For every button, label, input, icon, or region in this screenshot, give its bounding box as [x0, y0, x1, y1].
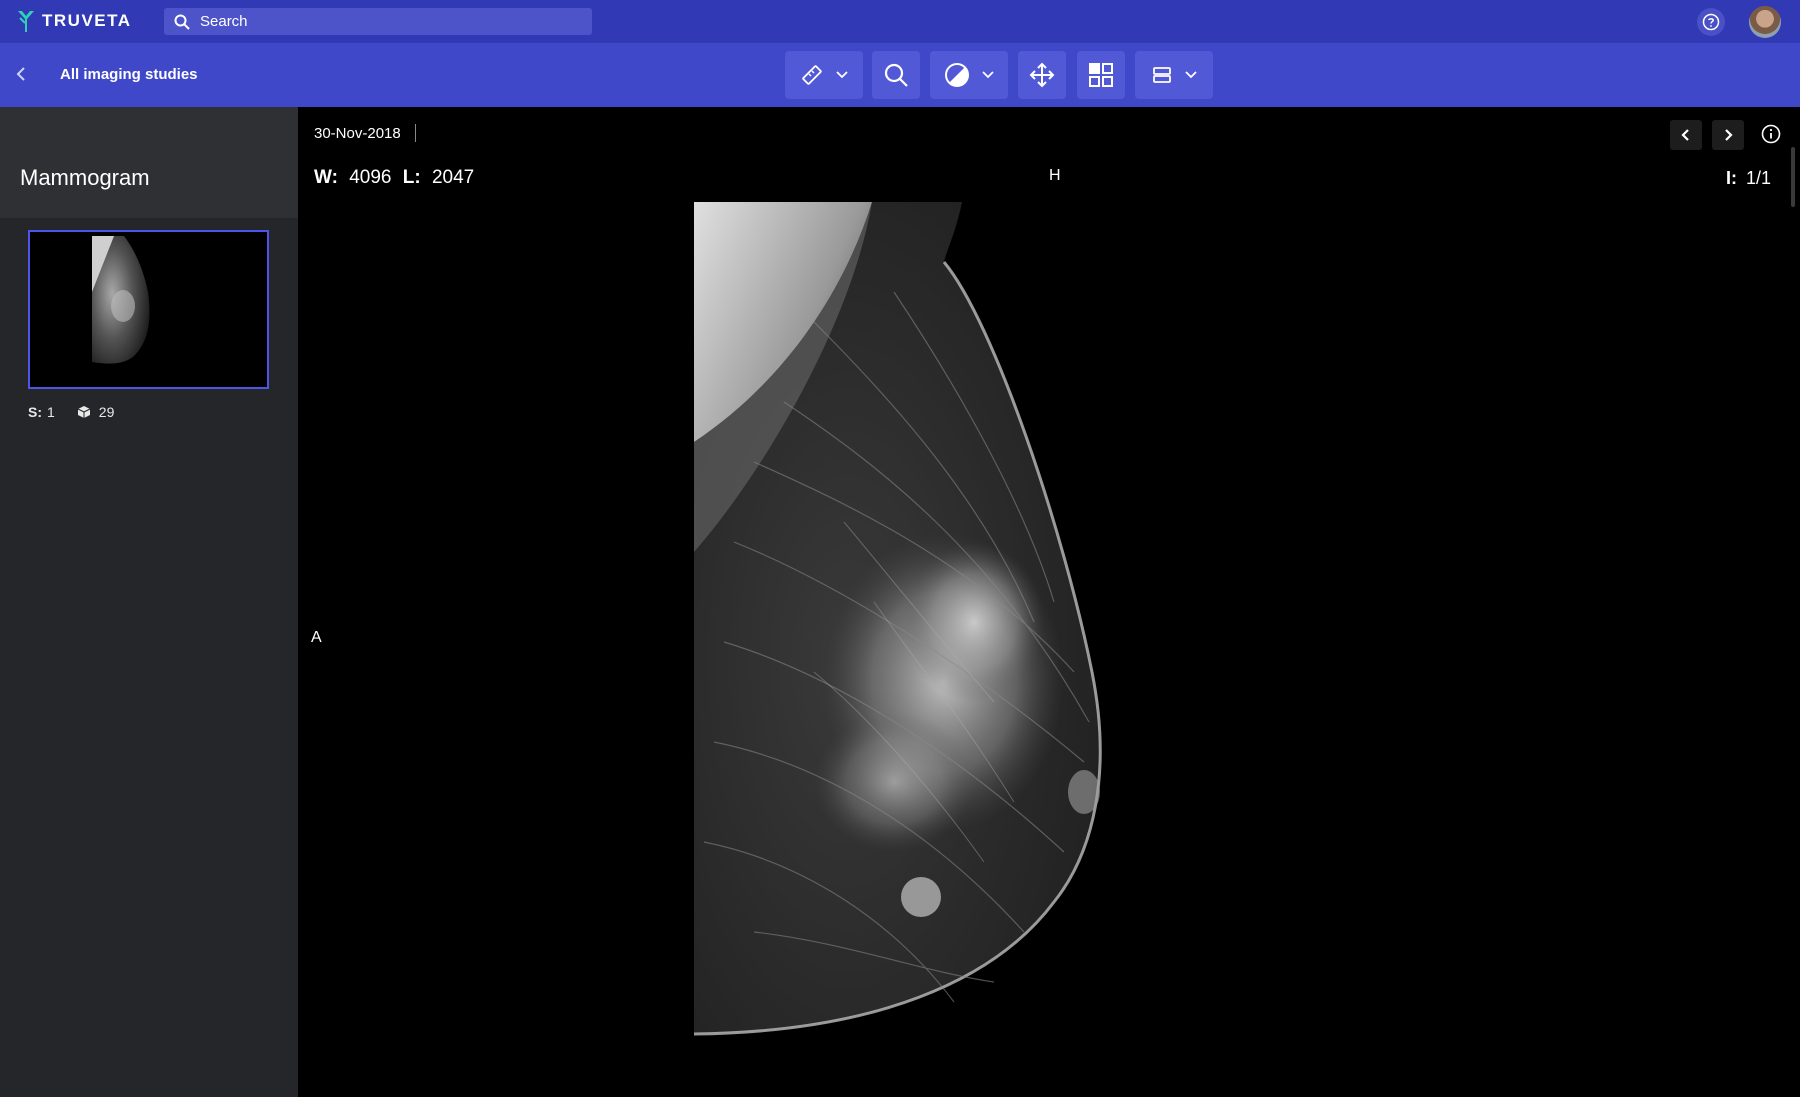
- contrast-tool-button[interactable]: [930, 51, 1008, 99]
- thumbnail-image: [92, 236, 150, 364]
- series-number: 1: [47, 404, 55, 420]
- zoom-tool-button[interactable]: [872, 51, 920, 99]
- chevron-left-icon: [1681, 129, 1689, 141]
- series-tool-button[interactable]: [1135, 51, 1213, 99]
- series-thumbnail[interactable]: [28, 230, 269, 389]
- search-icon: [174, 14, 190, 30]
- truveta-logo-icon: [18, 11, 34, 32]
- previous-image-button[interactable]: [1670, 120, 1702, 150]
- window-level-readout: W: 4096 L: 2047: [314, 167, 474, 189]
- level-label: L:: [402, 167, 421, 188]
- chevron-left-icon[interactable]: [14, 65, 28, 83]
- orientation-marker-top: H: [1049, 167, 1061, 184]
- pan-tool-button[interactable]: [1018, 51, 1066, 99]
- image-value: 1/1: [1746, 168, 1772, 188]
- window-label: W:: [314, 167, 338, 188]
- search-icon: [884, 63, 908, 87]
- sidebar-header: Mammogram: [0, 107, 298, 218]
- series-meta: S: 1 29: [28, 404, 114, 420]
- window-value: 4096: [349, 167, 392, 188]
- top-bar: TRUVETA: [0, 0, 1800, 43]
- layout-tool-button[interactable]: [1077, 51, 1125, 99]
- search-bar[interactable]: [164, 8, 592, 35]
- chevron-down-icon[interactable]: [1185, 71, 1197, 79]
- divider: [415, 124, 416, 142]
- chevron-down-icon[interactable]: [982, 71, 994, 79]
- help-button[interactable]: [1697, 8, 1725, 36]
- grid-icon: [1089, 63, 1113, 87]
- layers-icon: [1153, 67, 1171, 83]
- mammogram-image: [694, 202, 1102, 1036]
- study-toolbar: All imaging studies: [0, 43, 1800, 107]
- orientation-marker-left: A: [311, 629, 322, 646]
- move-icon: [1029, 62, 1055, 88]
- image-label: I:: [1726, 168, 1737, 188]
- brand-name: TRUVETA: [42, 11, 132, 30]
- next-image-button[interactable]: [1712, 120, 1744, 150]
- search-input[interactable]: [200, 13, 580, 30]
- measure-tool-button[interactable]: [785, 51, 863, 99]
- level-value: 2047: [431, 167, 475, 188]
- chevron-down-icon[interactable]: [836, 71, 848, 79]
- study-title: Mammogram: [20, 165, 150, 190]
- chevron-right-icon: [1725, 129, 1733, 141]
- user-avatar[interactable]: [1749, 6, 1781, 38]
- back-to-studies-link[interactable]: All imaging studies: [60, 66, 198, 83]
- instance-count: 29: [98, 404, 115, 420]
- series-sidebar: Mammogram S: 1 29: [0, 107, 298, 1097]
- contrast-icon: [945, 63, 969, 87]
- info-icon[interactable]: [1760, 123, 1782, 145]
- study-date: 30-Nov-2018: [314, 125, 401, 142]
- image-scrollbar[interactable]: [1791, 147, 1795, 207]
- cube-icon: [77, 406, 91, 418]
- image-viewport[interactable]: 30-Nov-2018 W: 4096 L: 2047 H A I: 1/1: [298, 107, 1800, 1097]
- help-circle-icon: [1702, 13, 1720, 31]
- image-index: I: 1/1: [1726, 168, 1771, 189]
- ruler-icon: [802, 65, 822, 85]
- logo[interactable]: TRUVETA: [16, 8, 132, 34]
- series-number-label: S:: [28, 404, 42, 420]
